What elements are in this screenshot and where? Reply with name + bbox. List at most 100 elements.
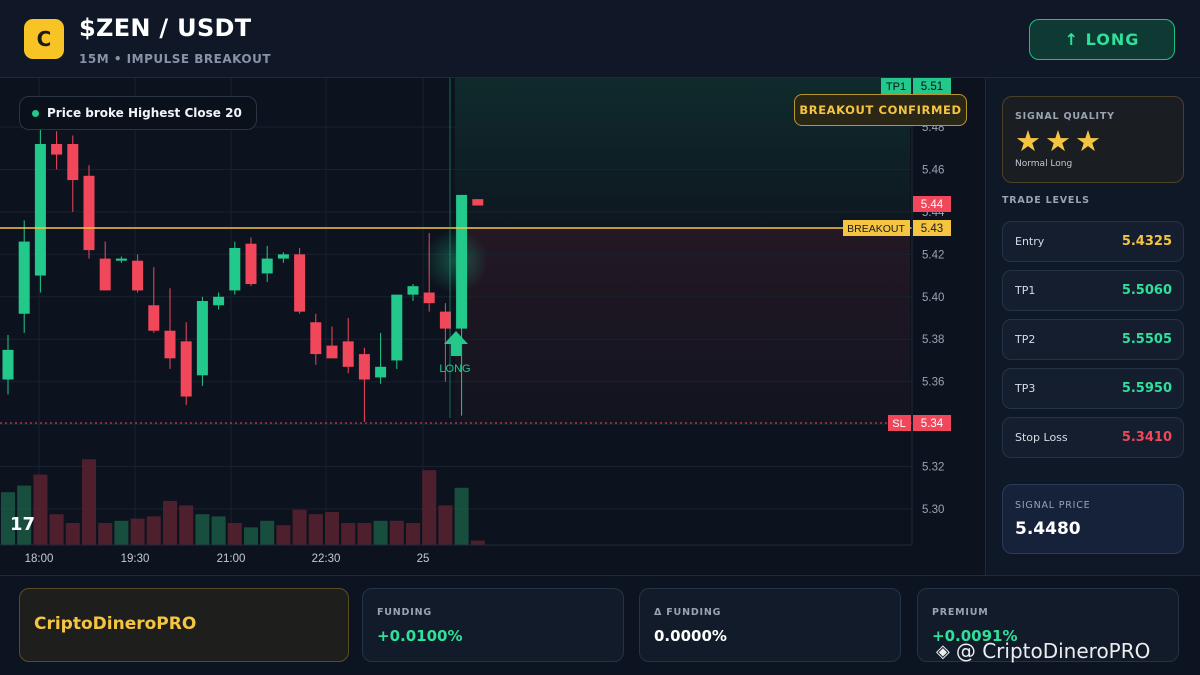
volume-bar [146, 516, 161, 545]
header: C $ZEN / USDT 15M • IMPULSE BREAKOUT ↑ L… [0, 0, 1200, 78]
candle-body [2, 349, 14, 380]
level-value: 5.5505 [1121, 332, 1172, 347]
volume-bar [82, 459, 96, 545]
watermark-text: @ CriptoDineroPRO [955, 639, 1151, 663]
candle-body [83, 175, 95, 251]
candle-body [213, 296, 225, 306]
volume-bar [292, 509, 307, 545]
breakout-tag-value: 5.43 [921, 223, 943, 235]
volume-bar [308, 514, 323, 545]
volume-bar [422, 470, 437, 545]
level-value: 5.5950 [1121, 381, 1172, 396]
volume-bar [260, 520, 275, 545]
level-label: TP3 [1015, 382, 1036, 395]
volume-bar [195, 514, 210, 545]
level-entry: Entry 5.4325 [1002, 221, 1184, 262]
volume-bar [389, 520, 404, 545]
price-tick-label: 5.42 [922, 249, 944, 261]
candle-body [375, 366, 387, 378]
level-value: 5.5060 [1121, 283, 1172, 298]
candle-body [18, 241, 30, 314]
stat-title: PREMIUM [932, 607, 989, 618]
brand-card: CriptoDineroPRO [19, 588, 349, 662]
candle-body [358, 354, 370, 380]
candle-body [51, 143, 63, 155]
price-chart[interactable]: LONG 5.485.465.445.425.405.385.365.345.3… [0, 78, 986, 575]
level-tp3: TP3 5.5950 [1002, 368, 1184, 409]
time-tick-label: 25 [417, 553, 430, 565]
signal-quality-subtitle: Normal Long [1015, 159, 1073, 169]
stat-title: Δ FUNDING [654, 607, 722, 618]
level-tp2: TP2 5.5505 [1002, 319, 1184, 360]
candles [2, 122, 484, 422]
volume-bar [227, 523, 242, 545]
signal-quality-title: SIGNAL QUALITY [1015, 111, 1115, 122]
price-axis: 5.485.465.445.425.405.385.365.345.325.30 [922, 122, 945, 516]
volume-bar [373, 520, 388, 545]
level-label: Entry [1015, 235, 1045, 248]
sl-zone [455, 228, 910, 423]
price-tick-label: 5.40 [922, 292, 944, 304]
bottom-bar: CriptoDineroPRO FUNDING +0.0100% Δ FUNDI… [0, 575, 1200, 675]
candle-body [67, 143, 79, 181]
time-tick-label: 19:30 [121, 553, 150, 565]
volume-bar [470, 540, 485, 545]
candle-body [407, 286, 419, 295]
price-tick-label: 5.38 [922, 334, 944, 346]
info-pill: Price broke Highest Close 20 [19, 96, 257, 130]
candle-body [148, 305, 160, 331]
candle-body [180, 341, 192, 397]
volume-bar [454, 487, 469, 545]
watermark: ◈ @ CriptoDineroPRO [936, 639, 1150, 663]
candle-body [196, 301, 208, 376]
volume-bar [406, 523, 420, 545]
volume-bar [438, 505, 453, 545]
candle-body [423, 292, 435, 304]
funding-card: FUNDING +0.0100% [362, 588, 624, 662]
long-marker-label: LONG [439, 363, 470, 375]
candle-body [326, 345, 338, 359]
candle-body [99, 258, 111, 291]
info-pill-text: Price broke Highest Close 20 [47, 106, 242, 120]
brand-name: CriptoDineroPRO [34, 614, 197, 634]
volume-bar [211, 516, 226, 545]
breakout-tag-label: BREAKOUT [847, 223, 905, 235]
volume-bar [244, 527, 258, 545]
volume-bar [114, 520, 129, 545]
volume-bar [341, 523, 356, 545]
price-tick-label: 5.46 [922, 164, 944, 176]
candle-body [310, 322, 322, 355]
tp1-tag-value: 5.51 [921, 81, 943, 93]
level-value: 5.3410 [1121, 430, 1172, 445]
time-axis: 18:00 19:30 21:00 22:30 25 [25, 553, 430, 565]
time-tick-label: 21:00 [217, 553, 246, 565]
candle-body [472, 199, 484, 206]
level-tp1: TP1 5.5060 [1002, 270, 1184, 311]
time-tick-label: 18:00 [25, 553, 54, 565]
price-tick-label: 5.36 [922, 377, 944, 389]
volume-bar [325, 512, 339, 545]
sl-tag-label: SL [892, 418, 905, 430]
signal-quality-card: SIGNAL QUALITY ★★★ Normal Long [1002, 96, 1184, 183]
candle-body [132, 260, 144, 291]
candle-body [277, 254, 289, 259]
signal-price-card: SIGNAL PRICE 5.4480 [1002, 484, 1184, 554]
chart-canvas[interactable]: LONG 5.485.465.445.425.405.385.365.345.3… [0, 78, 986, 575]
sl-tag-value: 5.34 [921, 418, 944, 430]
price-tick-label: 5.32 [922, 462, 944, 474]
candle-body [229, 247, 241, 291]
trade-levels-title: TRADE LEVELS [1002, 195, 1090, 206]
level-stop-loss: Stop Loss 5.3410 [1002, 417, 1184, 458]
sidebar: SIGNAL QUALITY ★★★ Normal Long TRADE LEV… [987, 78, 1200, 575]
breakout-confirmed-badge: BREAKOUT CONFIRMED [794, 94, 967, 126]
long-button[interactable]: ↑ LONG [1029, 19, 1175, 60]
stat-title: FUNDING [377, 607, 432, 618]
price-tick-label: 5.30 [922, 504, 944, 516]
volume-bar [49, 514, 64, 545]
candle-body [342, 341, 354, 367]
candle-body [245, 243, 257, 285]
tp1-tag-label: TP1 [886, 81, 906, 93]
candle-body [439, 311, 451, 329]
tradingview-logo-icon[interactable]: 17 [10, 514, 35, 535]
volume-bar [33, 474, 48, 545]
